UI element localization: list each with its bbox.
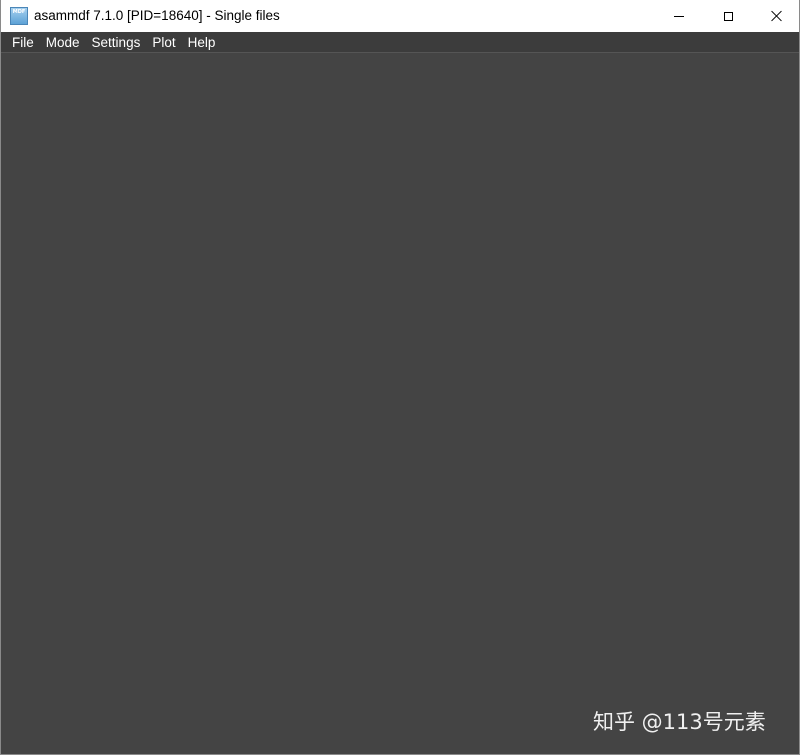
mdf-app-icon: MDF (10, 7, 28, 25)
menu-plot[interactable]: Plot (146, 32, 181, 53)
maximize-button[interactable] (703, 0, 753, 32)
close-icon (771, 10, 783, 22)
minimize-icon (674, 16, 684, 17)
menu-settings[interactable]: Settings (86, 32, 147, 53)
maximize-icon (724, 12, 733, 21)
menu-file[interactable]: File (6, 32, 40, 53)
menu-help[interactable]: Help (182, 32, 222, 53)
menu-mode[interactable]: Mode (40, 32, 86, 53)
watermark-text: 知乎 @113号元素 (593, 706, 766, 736)
title-bar[interactable]: MDF asammdf 7.1.0 [PID=18640] - Single f… (1, 0, 799, 32)
window-title: asammdf 7.1.0 [PID=18640] - Single files (34, 8, 280, 23)
main-window: MDF asammdf 7.1.0 [PID=18640] - Single f… (0, 0, 800, 755)
minimize-button[interactable] (654, 0, 704, 32)
close-button[interactable] (752, 0, 800, 32)
workspace-area[interactable] (1, 54, 799, 754)
menu-bar: File Mode Settings Plot Help (1, 32, 799, 53)
